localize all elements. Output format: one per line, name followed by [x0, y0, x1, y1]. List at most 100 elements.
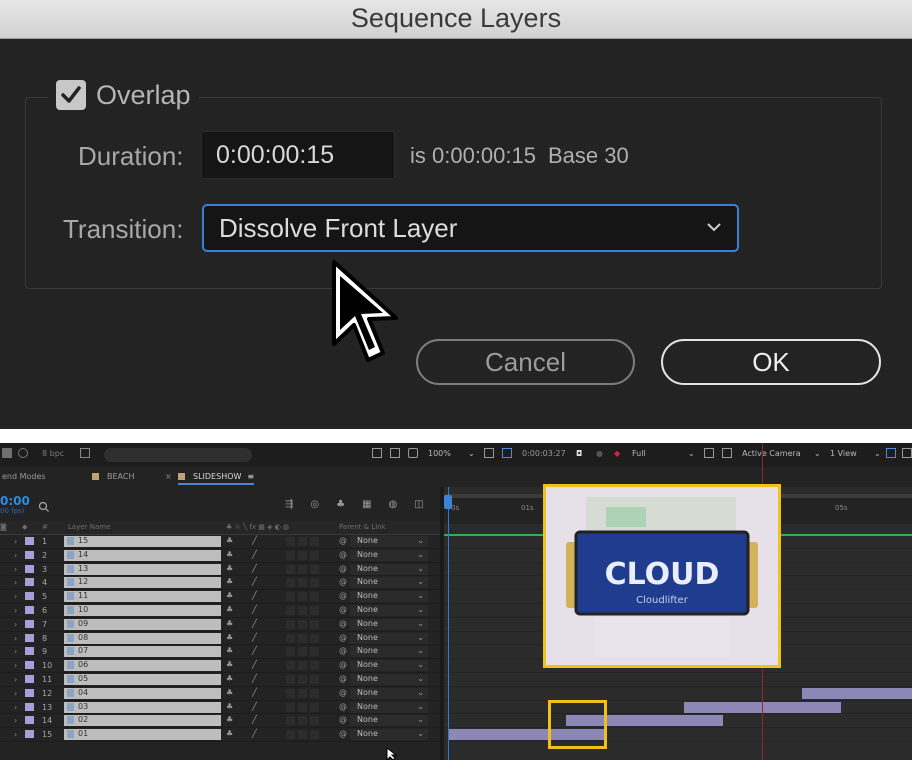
- pick-whip-icon[interactable]: @: [339, 605, 347, 614]
- expand-arrow-icon[interactable]: ›: [14, 551, 17, 560]
- layer-track[interactable]: [444, 728, 912, 742]
- quality-switch-icon[interactable]: ╱: [252, 564, 257, 573]
- views-dropdown-icon[interactable]: ⌄: [874, 449, 881, 458]
- shy-switch-icon[interactable]: ♣: [226, 591, 233, 600]
- layer-track[interactable]: [444, 687, 912, 701]
- expand-arrow-icon[interactable]: ›: [14, 675, 17, 684]
- layer-name[interactable]: 10: [64, 604, 221, 616]
- layer-row[interactable]: › 13 03 ♣ ╱ @ None ⌄: [0, 701, 440, 715]
- parent-dropdown[interactable]: None ⌄: [350, 729, 428, 741]
- quality-switch-icon[interactable]: ╱: [252, 688, 257, 697]
- fx-switch[interactable]: [286, 647, 295, 657]
- fx-switch[interactable]: [286, 661, 295, 671]
- layer-row[interactable]: › 3 13 ♣ ╱ @ None ⌄: [0, 563, 440, 577]
- adjustment-switch[interactable]: [310, 674, 319, 684]
- shy-switch-icon[interactable]: ♣: [226, 729, 233, 738]
- pick-whip-icon[interactable]: @: [339, 619, 347, 628]
- graph-editor-icon[interactable]: ◫: [414, 499, 423, 510]
- zoom-dropdown-icon[interactable]: ⌄: [468, 449, 475, 458]
- pick-whip-icon[interactable]: @: [339, 674, 347, 683]
- expand-arrow-icon[interactable]: ›: [14, 634, 17, 643]
- adjustment-switch[interactable]: [310, 537, 319, 546]
- monitor-icon[interactable]: [390, 448, 400, 458]
- expand-arrow-icon[interactable]: ›: [14, 703, 17, 712]
- expand-arrow-icon[interactable]: ›: [14, 716, 17, 725]
- label-color-swatch[interactable]: [25, 537, 34, 545]
- motion-blur-switch[interactable]: [298, 688, 307, 698]
- shy-switch-icon[interactable]: ♣: [226, 660, 233, 669]
- adjustment-switch[interactable]: [310, 702, 319, 712]
- layer-row[interactable]: › 7 09 ♣ ╱ @ None ⌄: [0, 618, 440, 632]
- close-tab-icon[interactable]: ×: [165, 472, 172, 481]
- pick-whip-icon[interactable]: @: [339, 688, 347, 697]
- fx-switch[interactable]: [286, 716, 295, 726]
- shy-switch-icon[interactable]: ♣: [226, 715, 233, 724]
- parent-dropdown[interactable]: None ⌄: [350, 577, 428, 589]
- adjustment-switch[interactable]: [310, 716, 319, 726]
- search-icon[interactable]: [38, 501, 50, 513]
- timeline-timecode[interactable]: 0:00: [0, 494, 30, 508]
- label-color-swatch[interactable]: [25, 688, 34, 697]
- quality-switch-icon[interactable]: ╱: [252, 660, 257, 669]
- expand-arrow-icon[interactable]: ›: [14, 661, 17, 670]
- layer-row[interactable]: › 15 01 ♣ ╱ @ None ⌄: [0, 728, 440, 742]
- layer-name[interactable]: 02: [64, 715, 221, 727]
- resolution-dropdown-icon[interactable]: ⌄: [688, 449, 695, 458]
- show-snapshot-icon[interactable]: ●: [596, 449, 603, 458]
- fx-switch[interactable]: [286, 674, 295, 684]
- shy-switch-icon[interactable]: ♣: [226, 550, 233, 559]
- camera-dropdown-icon[interactable]: ⌄: [814, 449, 821, 458]
- quality-switch-icon[interactable]: ╱: [252, 715, 257, 724]
- cancel-button[interactable]: Cancel: [416, 339, 635, 385]
- motion-blur-switch[interactable]: [298, 564, 307, 574]
- label-color-swatch[interactable]: [25, 550, 34, 559]
- quality-switch-icon[interactable]: ╱: [252, 619, 257, 628]
- shy-switch-icon[interactable]: ♣: [226, 646, 233, 655]
- tab-slideshow[interactable]: SLIDESHOW ≡: [178, 472, 255, 485]
- tab-beach[interactable]: BEACH: [92, 472, 134, 481]
- adjustment-switch[interactable]: [310, 688, 319, 698]
- motion-blur-switch[interactable]: [298, 674, 307, 684]
- parent-dropdown[interactable]: None ⌄: [350, 715, 428, 727]
- pick-whip-icon[interactable]: @: [339, 715, 347, 724]
- pick-whip-icon[interactable]: @: [339, 550, 347, 559]
- views-dropdown[interactable]: 1 View: [830, 449, 857, 458]
- pick-whip-icon[interactable]: @: [339, 536, 347, 545]
- motion-blur-switch[interactable]: [298, 592, 307, 602]
- adjustment-switch[interactable]: [310, 619, 319, 629]
- layer-row[interactable]: › 14 02 ♣ ╱ @ None ⌄: [0, 714, 440, 729]
- layer-row[interactable]: › 5 11 ♣ ╱ @ None ⌄: [0, 590, 440, 604]
- pick-whip-icon[interactable]: @: [339, 646, 347, 655]
- camera-snapshot-icon[interactable]: ◘: [576, 449, 582, 458]
- motion-blur-switch[interactable]: [298, 537, 307, 546]
- bpc-indicator[interactable]: 8 bpc: [42, 449, 64, 458]
- duration-field[interactable]: 0:00:00:15: [201, 131, 395, 179]
- parent-dropdown[interactable]: None ⌄: [350, 618, 428, 630]
- quality-switch-icon[interactable]: ╱: [252, 633, 257, 642]
- adjustment-switch[interactable]: [310, 564, 319, 574]
- expand-arrow-icon[interactable]: ›: [14, 730, 17, 739]
- pick-whip-icon[interactable]: @: [339, 729, 347, 738]
- expand-arrow-icon[interactable]: ›: [14, 592, 17, 601]
- parent-dropdown[interactable]: None ⌄: [350, 563, 428, 575]
- shy-switch-icon[interactable]: ♣: [226, 619, 233, 628]
- frame-blending-icon[interactable]: ▦: [362, 499, 371, 510]
- layer-row[interactable]: › 6 10 ♣ ╱ @ None ⌄: [0, 604, 440, 618]
- layer-name[interactable]: 14: [64, 549, 221, 561]
- adjustment-switch[interactable]: [310, 730, 319, 740]
- layer-duration-bar[interactable]: [802, 687, 912, 699]
- layer-name[interactable]: 03: [64, 701, 221, 713]
- parent-dropdown[interactable]: None ⌄: [350, 660, 428, 672]
- pick-whip-icon[interactable]: @: [339, 591, 347, 600]
- camera-dropdown[interactable]: Active Camera: [742, 449, 801, 458]
- parent-dropdown[interactable]: None ⌄: [350, 604, 428, 616]
- parent-dropdown[interactable]: None ⌄: [350, 646, 428, 658]
- pick-whip-icon[interactable]: @: [339, 660, 347, 669]
- adjustment-switch[interactable]: [310, 633, 319, 643]
- parent-dropdown[interactable]: None ⌄: [350, 687, 428, 699]
- adjustment-switch[interactable]: [310, 661, 319, 671]
- adjustment-switch[interactable]: [310, 550, 319, 560]
- ok-button[interactable]: OK: [661, 339, 881, 385]
- layer-row[interactable]: › 8 08 ♣ ╱ @ None ⌄: [0, 632, 440, 646]
- reset-exposure-icon[interactable]: [902, 448, 912, 458]
